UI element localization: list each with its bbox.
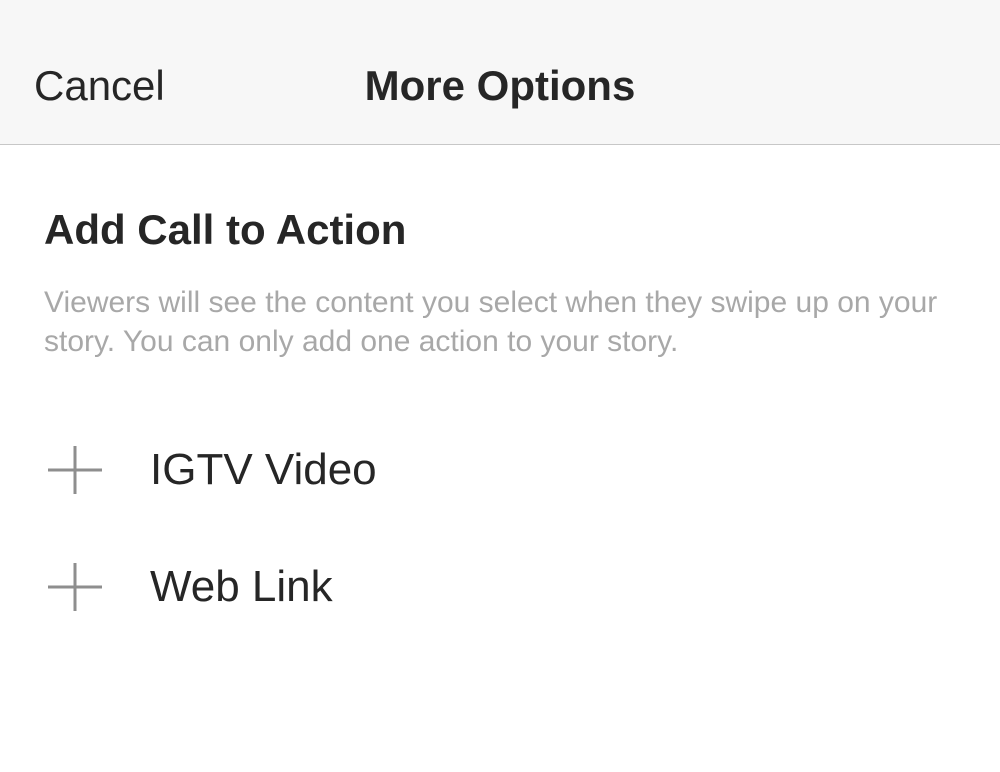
section-heading: Add Call to Action — [44, 206, 407, 253]
option-label: IGTV Video — [150, 445, 377, 494]
cancel-button[interactable]: Cancel — [34, 60, 165, 112]
option-igtv-video[interactable]: IGTV Video — [0, 425, 1000, 515]
plus-icon — [48, 445, 102, 495]
navigation-bar: More Options Cancel — [0, 0, 1000, 145]
option-label: Web Link — [150, 562, 333, 611]
option-web-link[interactable]: Web Link — [0, 542, 1000, 632]
section-description: Viewers will see the content you select … — [44, 286, 938, 358]
plus-icon — [48, 562, 102, 612]
